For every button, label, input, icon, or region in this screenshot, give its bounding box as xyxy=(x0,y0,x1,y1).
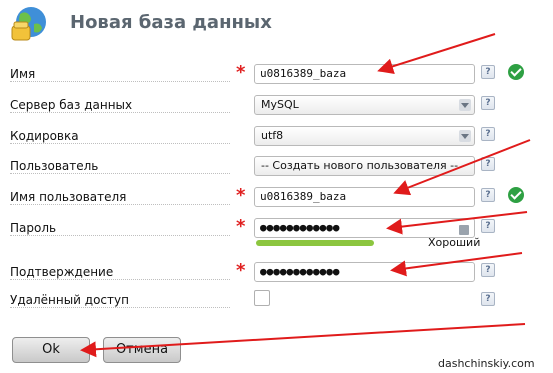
help-icon[interactable]: ? xyxy=(481,263,495,277)
cancel-button[interactable]: Отмена xyxy=(103,337,181,363)
chevron-down-icon xyxy=(459,99,471,111)
password-confirm-input[interactable]: ●●●●●●●●●●●● xyxy=(254,262,475,282)
server-select[interactable]: MySQL xyxy=(254,95,475,115)
confirm-label: Подтверждение xyxy=(10,264,230,280)
password-strength-bar xyxy=(256,240,374,246)
ok-button[interactable]: Ok xyxy=(12,337,90,363)
page-title: Новая база данных xyxy=(70,12,272,33)
password-label: Пароль xyxy=(10,220,230,236)
server-label: Сервер баз данных xyxy=(10,97,230,113)
user-select-value: -- Создать нового пользователя -- xyxy=(261,159,459,172)
name-label: Имя xyxy=(10,66,230,82)
watermark: dashchinskiy.com xyxy=(438,357,535,370)
username-input[interactable]: u0816389_baza xyxy=(254,187,475,207)
encoding-select[interactable]: utf8 xyxy=(254,126,475,146)
required-marker: * xyxy=(236,260,246,281)
help-icon[interactable]: ? xyxy=(481,188,495,202)
help-icon[interactable]: ? xyxy=(481,219,495,233)
valid-check-icon xyxy=(508,64,524,80)
remote-access-label: Удалённый доступ xyxy=(10,292,230,308)
password-input[interactable]: ●●●●●●●●●●●● xyxy=(254,218,475,238)
password-strength-text: Хороший xyxy=(428,236,481,249)
server-select-value: MySQL xyxy=(261,98,299,111)
db-name-input[interactable]: u0816389_baza xyxy=(254,64,475,84)
remote-access-checkbox[interactable] xyxy=(254,290,270,306)
help-icon[interactable]: ? xyxy=(481,127,495,141)
required-marker: * xyxy=(236,62,246,83)
encoding-label: Кодировка xyxy=(10,128,230,144)
help-icon[interactable]: ? xyxy=(481,157,495,171)
generate-password-icon[interactable] xyxy=(459,225,469,235)
globe-database-icon xyxy=(10,4,52,44)
help-icon[interactable]: ? xyxy=(481,65,495,79)
chevron-down-icon xyxy=(459,130,471,142)
required-marker: * xyxy=(236,216,246,237)
help-icon[interactable]: ? xyxy=(481,96,495,110)
user-label: Пользователь xyxy=(10,158,230,174)
help-icon[interactable]: ? xyxy=(481,292,495,306)
username-label: Имя пользователя xyxy=(10,189,230,205)
user-select[interactable]: -- Создать нового пользователя -- xyxy=(254,156,475,176)
encoding-select-value: utf8 xyxy=(261,129,284,142)
required-marker: * xyxy=(236,185,246,206)
valid-check-icon xyxy=(508,187,524,203)
